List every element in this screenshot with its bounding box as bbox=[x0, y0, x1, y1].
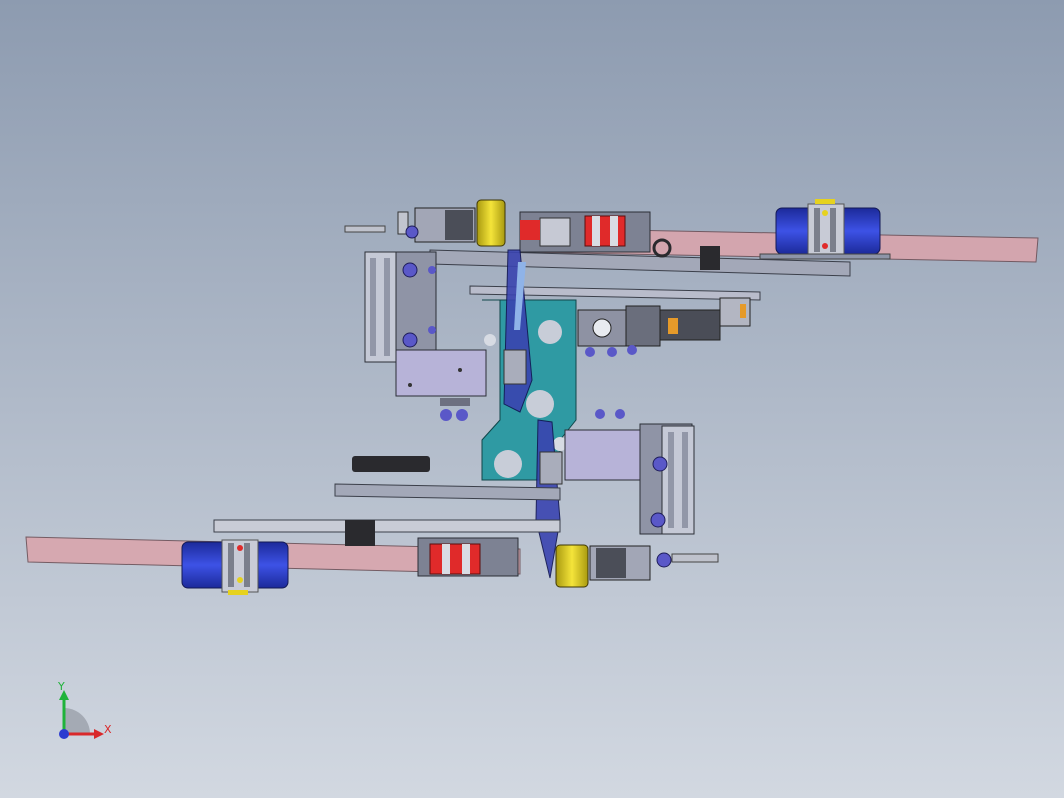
graphics-viewport[interactable]: Y X bbox=[0, 0, 1064, 798]
triad-plane bbox=[64, 708, 90, 734]
orientation-triad: Y X bbox=[57, 680, 112, 739]
z-axis-indicator bbox=[59, 729, 69, 739]
y-axis-label: Y bbox=[57, 680, 65, 693]
x-axis-label: X bbox=[104, 723, 112, 736]
x-axis-arrowhead bbox=[94, 729, 104, 739]
